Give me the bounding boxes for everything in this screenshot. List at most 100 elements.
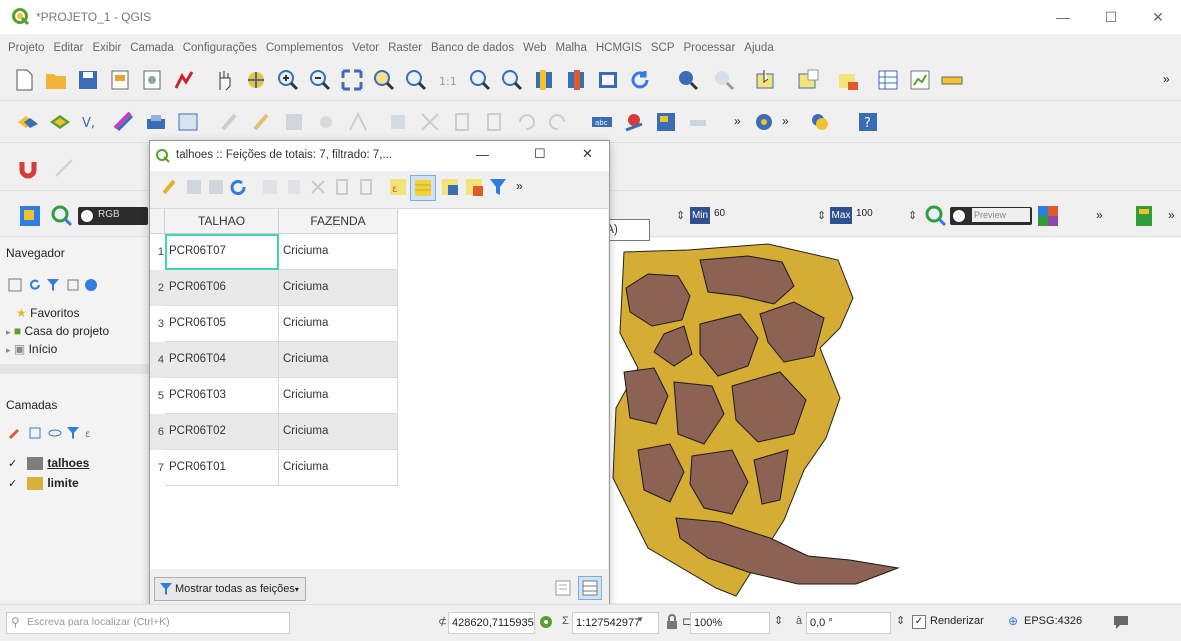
navigator-item-inicio[interactable]: ▸ ▣ Início [6,342,146,360]
data-source-manager-icon[interactable] [16,110,40,134]
cell-fazenda[interactable]: Criciuma [279,306,398,342]
rgb-button[interactable]: RGB [78,207,148,225]
cell-fazenda[interactable]: Criciuma [279,234,398,270]
select-by-value-icon[interactable] [836,68,860,92]
menu-item[interactable]: Complementos [266,42,343,54]
pan-to-selection-icon[interactable] [244,68,268,92]
menu-item[interactable]: Ajuda [744,42,773,54]
cell-talhao[interactable]: PCR06T03 [165,378,279,414]
maximize-button[interactable]: ☐ [1091,4,1131,30]
toolbar-overflow-icon[interactable]: » [734,114,741,128]
rotation-spin-arrows[interactable]: ⇕ [896,614,905,627]
table-row[interactable]: 1 PCR06T07 Criciuma [150,234,398,270]
statistical-summary-icon[interactable] [908,68,932,92]
help-icon[interactable]: ? [856,110,880,134]
select-features-icon[interactable] [754,68,778,92]
invert-selection-icon[interactable] [440,177,460,197]
open-attribute-table-icon[interactable] [876,68,900,92]
zoom-in-icon[interactable] [276,68,300,92]
menu-item[interactable]: Exibir [92,42,121,54]
zoom-out-icon[interactable] [308,68,332,92]
menu-item[interactable]: Processar [684,42,736,54]
add-wms-layer-icon[interactable] [144,110,168,134]
max-value[interactable]: 100 [856,208,896,219]
table-row[interactable]: 7 PCR06T01 Criciuma [150,450,398,486]
zoom-preview-icon[interactable] [924,204,948,228]
locator-search[interactable]: ⚲ Escreva para localizar (Ctrl+K) [6,612,290,634]
dialog-minimize-button[interactable]: — [476,147,489,162]
magnifier-spin-arrows[interactable]: ⇕ [774,614,783,627]
run-feature-action-icon[interactable] [712,68,736,92]
horizontal-scrollbar[interactable] [0,364,150,374]
row-number[interactable]: 2 [150,270,164,306]
measure-icon[interactable] [940,68,964,92]
select-by-expression-icon[interactable]: ε [388,177,408,197]
move-label-icon[interactable] [686,110,710,134]
show-all-features-button[interactable]: Mostrar todas as feições▾ [154,577,306,601]
magnet-icon[interactable] [16,156,40,180]
expand-arrow-icon[interactable]: ▸ [6,345,11,355]
add-group-icon[interactable] [28,426,42,440]
menu-item[interactable]: Banco de dados [431,42,514,54]
open-project-icon[interactable] [44,68,68,92]
table-view-button[interactable] [578,576,602,600]
new-project-icon[interactable] [12,68,36,92]
max-spin-arrows[interactable]: ⇕ [817,209,826,222]
zoom-next-icon[interactable] [500,68,524,92]
lock-scale-icon[interactable] [664,614,680,630]
row-number[interactable]: 7 [150,450,164,486]
dialog-toolbar-overflow-icon[interactable]: » [516,179,523,193]
crs-button[interactable]: EPSG:4326 [1024,615,1082,627]
layer-item-talhoes[interactable]: ✓ talhoes [8,456,148,474]
max-spin-arrows-2[interactable]: ⇕ [908,209,917,222]
row-number[interactable]: 5 [150,378,164,414]
row-number[interactable]: 4 [150,342,164,378]
cell-fazenda[interactable]: Criciuma [279,270,398,306]
zoom-native-icon[interactable]: 1:1 [436,68,460,92]
zoom-to-layer-icon[interactable] [404,68,428,92]
minimize-button[interactable]: — [1043,4,1083,30]
new-bookmark-icon[interactable] [532,68,556,92]
info-icon[interactable] [84,278,98,292]
layout-manager-icon[interactable] [140,68,164,92]
scale-dropdown-icon[interactable]: ▾ [638,614,643,625]
scale-field[interactable]: 1:127542977 [572,612,659,634]
refresh-icon[interactable] [628,68,652,92]
menu-item[interactable]: Configurações [183,42,257,54]
reload-table-icon[interactable] [228,177,248,197]
zoom-last-icon[interactable] [468,68,492,92]
menu-item[interactable]: Projeto [8,42,44,54]
row-number[interactable]: 3 [150,306,164,342]
table-row[interactable]: 2 PCR06T06 Criciuma [150,270,398,306]
layer-visibility-checkbox[interactable]: ✓ [8,477,20,490]
plugin-icon[interactable] [752,110,776,134]
expand-arrow-icon[interactable]: ▸ [6,327,11,337]
cell-talhao[interactable]: PCR06T07 [165,234,279,270]
cell-talhao[interactable]: PCR06T01 [165,450,279,486]
pin-labels-icon[interactable] [622,110,646,134]
menu-item[interactable]: SCP [651,42,675,54]
toolbar-overflow-icon[interactable]: » [1168,208,1175,222]
table-row[interactable]: 4 PCR06T04 Criciuma [150,342,398,378]
add-mesh-layer-icon[interactable] [176,110,200,134]
min-value[interactable]: 60 [714,208,764,219]
table-row[interactable]: 6 PCR06T02 Criciuma [150,414,398,450]
cell-fazenda[interactable]: Criciuma [279,378,398,414]
refresh-navigator-icon[interactable] [28,278,42,292]
coordinate-field[interactable]: 428620,7115935 [448,612,535,634]
row-number[interactable]: 1 [150,234,164,270]
pan-map-icon[interactable] [212,68,236,92]
filter-expression-icon[interactable]: ε [84,426,98,440]
toolbar-overflow-icon[interactable]: » [1163,72,1170,86]
menu-item[interactable]: Raster [388,42,422,54]
cell-talhao[interactable]: PCR06T05 [165,306,279,342]
cell-talhao[interactable]: PCR06T04 [165,342,279,378]
menu-item[interactable]: Malha [556,42,587,54]
layer-visibility-checkbox[interactable]: ✓ [8,457,20,470]
min-spin-arrows[interactable]: ⇕ [676,209,685,222]
scp-dock-icon[interactable] [18,204,42,228]
form-view-icon[interactable] [554,579,572,597]
calculator-icon[interactable] [1132,204,1156,228]
filter-legend-icon[interactable] [66,426,80,440]
column-header-talhao[interactable]: TALHAO [165,209,279,234]
